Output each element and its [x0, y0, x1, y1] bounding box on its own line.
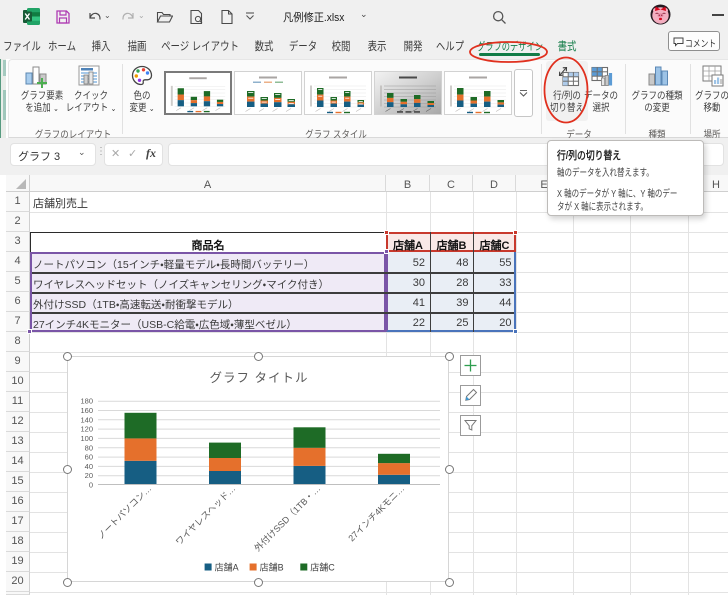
svg-text:27インチ4Kモニ…: 27インチ4Kモニ…	[346, 483, 406, 543]
svg-text:60: 60	[85, 453, 93, 462]
svg-text:店舗A: 店舗A	[215, 562, 239, 573]
svg-text:店舗C: 店舗C	[310, 562, 335, 573]
svg-text:120: 120	[80, 425, 93, 434]
svg-text:40: 40	[85, 462, 93, 471]
svg-text:100: 100	[80, 434, 93, 443]
svg-text:グラフ タイトル: グラフ タイトル	[210, 371, 309, 385]
svg-text:外付けSSD（1TB・…: 外付けSSD（1TB・…	[252, 483, 323, 554]
svg-text:80: 80	[85, 443, 93, 452]
svg-text:0: 0	[89, 481, 93, 490]
svg-text:ワイヤレスヘッド…: ワイヤレスヘッド…	[174, 483, 238, 547]
svg-text:ノートパソコン…: ノートパソコン…	[95, 483, 153, 541]
svg-text:180: 180	[80, 397, 93, 406]
svg-text:160: 160	[80, 406, 93, 415]
svg-text:140: 140	[80, 415, 93, 424]
svg-text:20: 20	[85, 471, 93, 480]
svg-text:店舗B: 店舗B	[260, 562, 284, 573]
